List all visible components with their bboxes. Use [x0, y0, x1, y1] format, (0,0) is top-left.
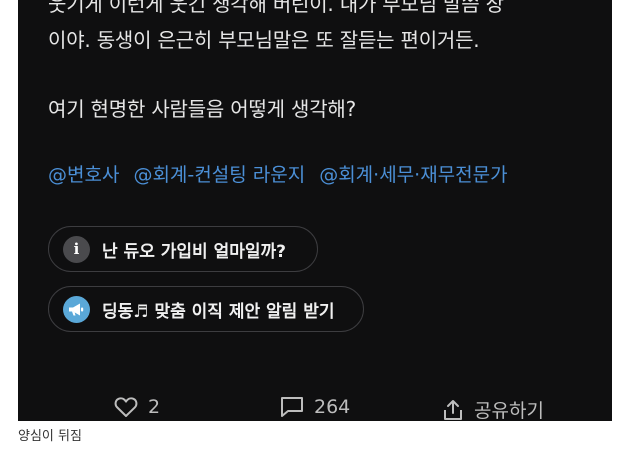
- megaphone-icon: [63, 295, 90, 323]
- comment-button[interactable]: 264: [280, 396, 350, 418]
- share-label: 공유하기: [474, 400, 544, 421]
- image-caption: 양심이 뒤짐: [18, 429, 82, 444]
- comment-count: 264: [314, 396, 351, 418]
- share-icon: [442, 399, 464, 421]
- tag-list: @변호사 @회계-컨설팅 라운지 @회계·세무·재무전문가: [48, 160, 508, 187]
- post-body-line-cut: 웃기게 이런게 웃긴 생각해 버린이. 내가 부모님 말씀 장: [48, 0, 504, 16]
- like-count: 2: [148, 396, 161, 418]
- tag-lawyer[interactable]: @변호사: [48, 160, 119, 187]
- tag-accounting-tax-finance[interactable]: @회계·세무·재무전문가: [319, 160, 507, 187]
- post-body-question: 여기 현명한 사람들음 어떻게 생각해?: [48, 97, 357, 121]
- tag-accounting-consulting-lounge[interactable]: @회계-컨설팅 라운지: [133, 160, 305, 187]
- info-icon: i: [63, 235, 90, 263]
- post-body-line: 이야. 동생이 은근히 부모님말은 또 잘듣는 편이거든.: [48, 28, 480, 52]
- job-alert-button[interactable]: 딩동♬ 맞춤 이직 제안 알림 받기: [48, 286, 364, 332]
- share-button[interactable]: 공유하기: [442, 396, 544, 421]
- heart-icon: [114, 396, 138, 418]
- subscription-question-label: 난 듀오 가입비 얼마일까?: [102, 241, 287, 262]
- like-button[interactable]: 2: [114, 396, 160, 418]
- post-card: 웃기게 이런게 웃긴 생각해 버린이. 내가 부모님 말씀 장 이야. 동생이 …: [18, 0, 612, 421]
- job-alert-label: 딩동♬ 맞춤 이직 제안 알림 받기: [102, 301, 335, 322]
- post-actions-bar: 2 264 공유하기: [18, 392, 612, 421]
- comment-icon: [280, 396, 304, 418]
- subscription-question-button[interactable]: i 난 듀오 가입비 얼마일까?: [48, 226, 318, 272]
